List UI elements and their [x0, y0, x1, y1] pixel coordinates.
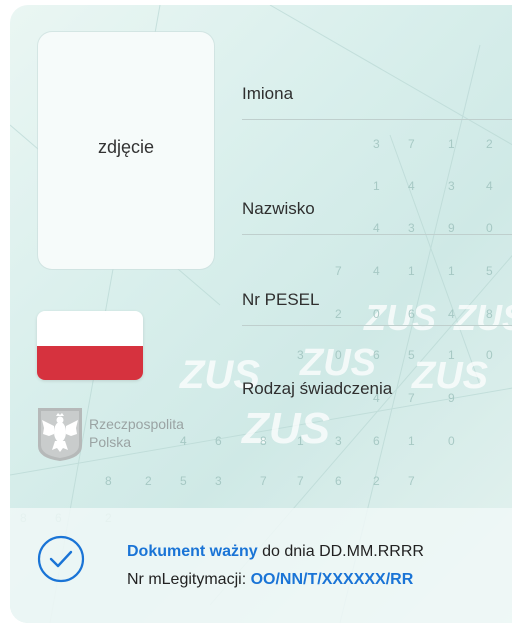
background-digit: 6	[215, 434, 222, 448]
background-digit: 1	[408, 434, 415, 448]
legitymacja-number-line: Nr mLegitymacji: OO/NN/T/XXXXXX/RR	[127, 571, 413, 589]
background-digit: 0	[335, 348, 342, 362]
background-digit: 3	[408, 221, 415, 235]
validity-panel	[10, 508, 512, 623]
validity-line: Dokument ważny do dnia DD.MM.RRRR	[127, 543, 424, 561]
background-digit: 5	[180, 474, 187, 488]
flag-red-stripe	[37, 345, 143, 380]
photo-placeholder: zdjęcie	[38, 32, 214, 269]
background-digit: 7	[408, 137, 415, 151]
field-label-first-names: Imiona	[242, 84, 294, 103]
background-digit: 1	[448, 348, 455, 362]
background-digit: 4	[486, 179, 493, 193]
background-digit: 2	[335, 307, 342, 321]
background-digit: 1	[297, 434, 304, 448]
background-digit: 6	[408, 307, 415, 321]
field-label-pesel: Nr PESEL	[242, 290, 320, 309]
background-digit: 6	[373, 434, 380, 448]
background-digit: 5	[486, 264, 493, 278]
background-digit: 3	[297, 348, 304, 362]
zus-watermark: ZUS	[240, 404, 330, 453]
background-digit: 8	[260, 434, 267, 448]
valid-until-text: do dnia DD.MM.RRRR	[257, 543, 424, 560]
background-digit: 1	[448, 264, 455, 278]
emblem-caption: Rzeczpospolita Polska	[89, 415, 184, 451]
background-digit: 5	[408, 348, 415, 362]
background-digit: 0	[373, 307, 380, 321]
background-digit: 2	[486, 137, 493, 151]
background-digit: 6	[335, 474, 342, 488]
background-digit: 4	[373, 264, 380, 278]
background-digit: 7	[335, 264, 342, 278]
background-digit: 4	[448, 307, 455, 321]
background-digit: 3	[215, 474, 222, 488]
background-digit: 6	[373, 348, 380, 362]
background-digit: 0	[486, 221, 493, 235]
emblem-caption-line2: Polska	[89, 434, 132, 450]
check-circle-icon	[37, 535, 85, 583]
background-digit: 4	[408, 179, 415, 193]
background-digit: 9	[448, 391, 455, 405]
document-valid-label: Dokument ważny	[127, 543, 258, 560]
legitymacja-number-label: Nr mLegitymacji:	[127, 571, 251, 588]
background-digit: 4	[373, 221, 380, 235]
background-digit: 8	[105, 474, 112, 488]
polish-eagle-emblem	[38, 408, 82, 461]
background-digit: 0	[448, 434, 455, 448]
background-digit: 3	[373, 137, 380, 151]
field-underline	[242, 325, 512, 326]
background-digit: 0	[486, 348, 493, 362]
field-underline	[242, 234, 512, 235]
legitymacja-number-value: OO/NN/T/XXXXXX/RR	[250, 571, 414, 588]
background-digit: 8	[486, 307, 493, 321]
field-underline	[242, 119, 512, 120]
background-digit: 2	[373, 474, 380, 488]
background-digit: 7	[408, 474, 415, 488]
id-card: ZUS ZUS ZUS ZUS ZUS ZUS 3712214344390741…	[10, 5, 512, 623]
field-label-surname: Nazwisko	[242, 199, 315, 218]
background-digit: 1	[408, 264, 415, 278]
background-digit: 7	[260, 474, 267, 488]
background-digit: 7	[297, 474, 304, 488]
background-digit: 2	[145, 474, 152, 488]
background-digit: 3	[335, 434, 342, 448]
background-digit: 9	[448, 221, 455, 235]
flag-white-stripe	[37, 311, 143, 346]
background-digit: 1	[373, 179, 380, 193]
photo-label: zdjęcie	[97, 137, 155, 157]
background-digit: 7	[408, 391, 415, 405]
field-label-benefit-type: Rodzaj świadczenia	[242, 379, 393, 398]
background-digit: 3	[448, 179, 455, 193]
zus-watermark: ZUS	[453, 297, 512, 338]
emblem-caption-line1: Rzeczpospolita	[89, 416, 184, 432]
background-digit: 1	[448, 137, 455, 151]
polish-flag	[37, 311, 143, 380]
